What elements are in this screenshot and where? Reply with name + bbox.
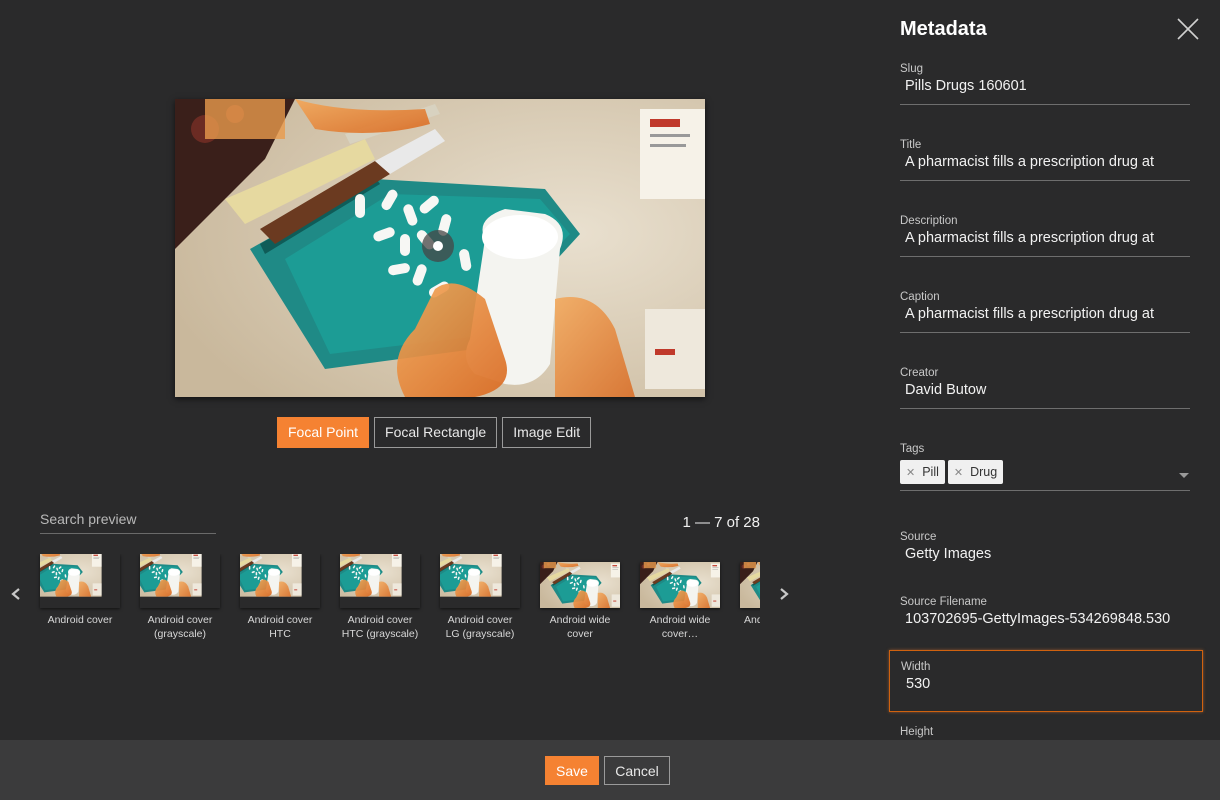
close-icon[interactable] — [1177, 18, 1199, 40]
title-input[interactable]: A pharmacist fills a prescription drug a… — [900, 154, 1190, 181]
thumbnail-image[interactable] — [540, 562, 620, 608]
tag-chip: ✕ Pill — [900, 460, 945, 484]
description-field: Description A pharmacist fills a prescri… — [900, 215, 1190, 257]
image-editor: Focal Point Focal Rectangle Image Edit 1… — [0, 0, 880, 740]
tag-label: Drug — [970, 465, 998, 479]
source-filename-field: Source Filename 103702695-GettyImages-53… — [900, 596, 1190, 638]
thumbnail-image[interactable] — [640, 562, 720, 608]
thumbnail-label: Android cover HTC (grayscale) — [341, 614, 419, 640]
pagination-count: 1 — 7 of 28 — [682, 514, 760, 531]
source-label: Source — [900, 531, 937, 543]
image-edit-button[interactable]: Image Edit — [502, 417, 592, 448]
title-label: Title — [900, 139, 922, 151]
source-field: Source Getty Images — [900, 531, 1190, 573]
thumbnail-item[interactable]: Android cover (grayscale) — [130, 554, 230, 641]
source-filename-value: 103702695-GettyImages-534269848.530 — [905, 611, 1171, 627]
thumbnail-label: Android wide cover — [549, 614, 611, 640]
tags-field: Tags ✕ Pill ✕ Drug — [900, 443, 1190, 491]
thumbnail-item[interactable]: Android cover — [30, 554, 130, 627]
description-input[interactable]: A pharmacist fills a prescription drug a… — [900, 230, 1190, 257]
tags-input[interactable]: ✕ Pill ✕ Drug — [900, 460, 1190, 491]
thumbnail-image[interactable] — [240, 554, 320, 608]
thumbnail-label: And — [744, 614, 760, 626]
thumbnail-image[interactable] — [740, 562, 760, 608]
thumbnail-label: Android cover HTC — [247, 614, 313, 640]
tag-label: Pill — [922, 465, 939, 479]
creator-field: Creator David Butow — [900, 367, 1190, 409]
thumbnail-image[interactable] — [140, 554, 220, 608]
height-field: Height — [900, 726, 1190, 738]
slug-field: Slug Pills Drugs 160601 — [900, 63, 1190, 105]
remove-tag-icon[interactable]: ✕ — [906, 466, 915, 479]
chevron-right-icon[interactable] — [774, 584, 794, 604]
footer-bar: Save Cancel — [0, 740, 1220, 800]
chevron-down-icon[interactable] — [1178, 472, 1190, 480]
caption-label: Caption — [900, 291, 940, 303]
thumbnail-image[interactable] — [440, 554, 520, 608]
save-button[interactable]: Save — [545, 756, 599, 785]
width-label: Width — [901, 661, 931, 673]
focal-point-handle[interactable] — [422, 230, 454, 262]
thumbnail-item[interactable]: Android wide cover — [530, 554, 630, 641]
metadata-panel: Metadata Slug Pills Drugs 160601 Title A… — [880, 0, 1220, 740]
panel-title: Metadata — [900, 18, 987, 40]
thumbnail-item[interactable]: And — [730, 554, 760, 627]
edit-mode-toolbar: Focal Point Focal Rectangle Image Edit — [277, 417, 592, 448]
thumbnail-item[interactable]: Android cover LG (grayscale) — [430, 554, 530, 641]
thumbnail-item[interactable]: Android wide cover… — [630, 554, 730, 641]
remove-tag-icon[interactable]: ✕ — [954, 466, 963, 479]
thumbnail-image[interactable] — [340, 554, 420, 608]
thumbnail-label: Android cover LG (grayscale) — [445, 614, 515, 640]
tag-chip: ✕ Drug — [947, 460, 1004, 484]
caption-field: Caption A pharmacist fills a prescriptio… — [900, 291, 1190, 333]
caption-input[interactable]: A pharmacist fills a prescription drug a… — [900, 306, 1190, 333]
thumbnail-label: Android cover — [47, 614, 113, 626]
creator-input[interactable]: David Butow — [900, 382, 1190, 409]
thumbnail-label: Android wide cover… — [649, 614, 711, 640]
slug-input[interactable]: Pills Drugs 160601 — [900, 78, 1190, 105]
thumbnail-item[interactable]: Android cover HTC — [230, 554, 330, 641]
creator-label: Creator — [900, 367, 939, 379]
description-label: Description — [900, 215, 958, 227]
width-input[interactable]: 530 — [901, 676, 1191, 703]
title-field: Title A pharmacist fills a prescription … — [900, 139, 1190, 181]
thumbnail-image[interactable] — [40, 554, 120, 608]
thumbnail-label: Android cover (grayscale) — [147, 614, 213, 640]
source-value: Getty Images — [905, 546, 992, 562]
slug-label: Slug — [900, 63, 924, 75]
thumbnail-item[interactable]: Android cover HTC (grayscale) — [330, 554, 430, 641]
cancel-button[interactable]: Cancel — [604, 756, 670, 785]
search-preview-input[interactable] — [40, 504, 216, 534]
focal-rectangle-button[interactable]: Focal Rectangle — [374, 417, 498, 448]
source-filename-label: Source Filename — [900, 596, 987, 608]
tags-label: Tags — [900, 443, 925, 455]
focal-point-button[interactable]: Focal Point — [277, 417, 370, 448]
chevron-left-icon[interactable] — [6, 584, 26, 604]
height-label: Height — [900, 726, 934, 738]
preview-thumbnail-strip: Android cover Android cover (grayscale) … — [30, 554, 760, 654]
width-field: Width 530 — [889, 650, 1203, 712]
